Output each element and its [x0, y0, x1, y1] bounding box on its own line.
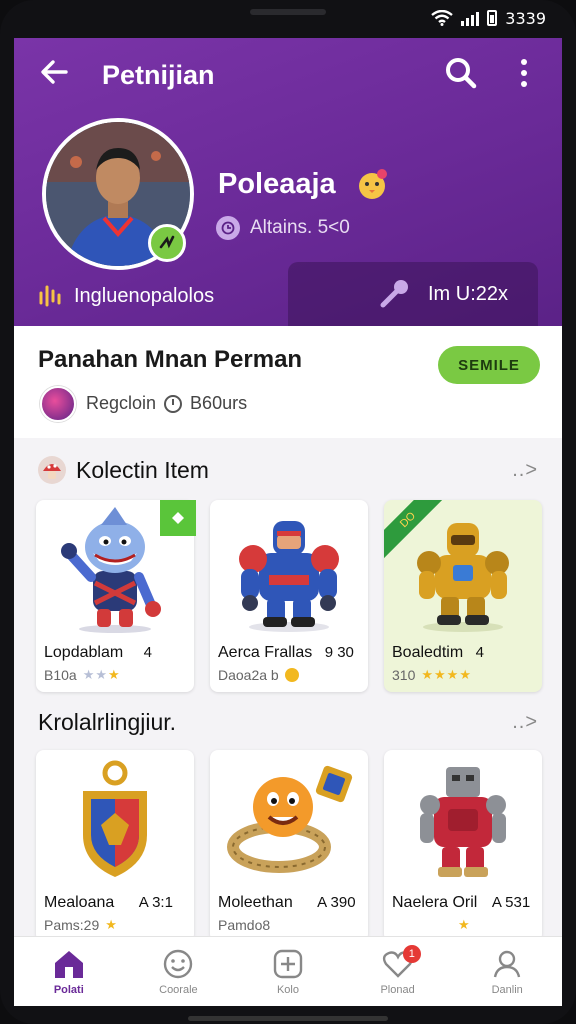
- profile-meta-text: Altains. 5<0: [250, 217, 350, 238]
- search-icon[interactable]: [444, 56, 478, 90]
- item-name: Boaledtim 4: [392, 644, 484, 661]
- game-card: Panahan Mnan Perman SEMILE: [14, 326, 562, 438]
- nav-home-label: Polati: [53, 983, 84, 996]
- rating-stars-icon: ★★★: [82, 667, 121, 682]
- item-name: Aerca Frallas 9 30: [218, 644, 354, 661]
- tab-stats[interactable]: Im U:22x: [288, 262, 538, 326]
- item-name: Naelera Oril A 531: [392, 894, 531, 911]
- item-sub: B10a ★★★: [44, 667, 121, 683]
- red-robot-figure: [420, 767, 506, 877]
- game-meta: Regcloin B60urs: [86, 393, 247, 414]
- item-tag: A 390: [317, 894, 356, 911]
- collection-header: Kolectin Item: [38, 450, 209, 490]
- page-title: Petnijian: [102, 60, 215, 90]
- signal-icon: [461, 10, 480, 26]
- status-bar: 3339: [431, 4, 546, 32]
- second-section-title: Krolalrlingjiur.: [38, 708, 177, 735]
- rope-creature-icon: [227, 765, 353, 873]
- battery-icon: [487, 10, 498, 26]
- rating-stars-icon: ★★★★: [421, 667, 472, 682]
- bottom-navigation: Polati Coorale Kolo 1 Plonad Danlin: [14, 936, 562, 1006]
- new-tag-icon: [160, 500, 196, 536]
- profile-meta: Altains. 5<0: [216, 216, 350, 240]
- robot-shark-figure: [61, 507, 161, 633]
- item-sub: Daoa2a b: [218, 667, 299, 683]
- phone-frame: 3339 Petnijian Poleaaja Altains. 5<0 Ing…: [0, 0, 576, 1024]
- app-screen: Petnijian Poleaaja Altains. 5<0 Inglueno…: [14, 38, 562, 1006]
- item-card-5[interactable]: Moleethan A 390 Pamdo8: [210, 750, 368, 942]
- item-tag: 4: [143, 644, 152, 661]
- collection-see-all-button[interactable]: ..>: [512, 450, 538, 490]
- wifi-icon: [431, 10, 454, 26]
- collection-title: Kolectin Item: [76, 456, 209, 483]
- item-sub: ★: [392, 917, 471, 933]
- nav-home[interactable]: Polati: [14, 937, 124, 1006]
- nav-games[interactable]: Kolo: [233, 937, 343, 1006]
- microphone-icon: [380, 280, 408, 308]
- item-card-2[interactable]: Aerca Frallas 9 30 Daoa2a b: [210, 500, 368, 692]
- tab-stats-label: Im U:22x: [428, 282, 509, 305]
- game-region: Regcloin: [86, 393, 157, 413]
- profile-icon: [493, 950, 521, 977]
- sound-bars-icon: [39, 285, 61, 307]
- item-art: [210, 500, 368, 640]
- verified-badge-icon: [148, 224, 186, 262]
- time-icon: [164, 394, 183, 413]
- back-arrow-icon[interactable]: [38, 56, 70, 88]
- gold-robot-figure: [417, 523, 509, 632]
- item-tag: A 3:1: [138, 894, 173, 911]
- item-sub: Pamdo8: [218, 917, 271, 933]
- game-logo-icon: [40, 386, 76, 422]
- second-see-all-button[interactable]: ..>: [512, 702, 538, 742]
- game-action-button[interactable]: SEMILE: [438, 346, 540, 384]
- item-art: [384, 750, 542, 890]
- star-icon: ★: [458, 917, 471, 932]
- tab-info-label: Ingluenopalolos: [74, 284, 215, 307]
- shield-icon: [83, 760, 147, 877]
- top-app-bar: Petnijian: [14, 38, 562, 110]
- game-time: B60urs: [190, 393, 248, 413]
- profile-name: Poleaaja: [218, 168, 336, 200]
- item-art: [210, 750, 368, 890]
- item-name: Mealoana A 3:1: [44, 894, 173, 911]
- item-card-3[interactable]: DO Boaledtim 4 310 ★★★★: [384, 500, 542, 692]
- nav-profile[interactable]: Danlin: [452, 937, 562, 1006]
- item-sub: Pams:29 ★: [44, 917, 118, 933]
- star-icon: ★: [105, 917, 118, 932]
- mushroom-icon: [38, 456, 66, 484]
- item-sub: 310 ★★★★: [392, 667, 472, 683]
- home-indicator: [188, 1016, 388, 1021]
- item-tag: 9 30: [324, 644, 354, 661]
- nav-community[interactable]: Coorale: [124, 937, 234, 1006]
- tab-info[interactable]: Ingluenopalolos: [14, 266, 288, 326]
- home-icon: [54, 950, 83, 978]
- game-icon: [273, 949, 303, 978]
- speaker-grill: [250, 9, 326, 15]
- item-card-6[interactable]: Naelera Oril A 531 ★: [384, 750, 542, 942]
- profile-header: Petnijian Poleaaja Altains. 5<0 Inglueno…: [14, 38, 562, 326]
- notification-badge: 1: [402, 945, 421, 963]
- second-section-header: Krolalrlingjiur.: [38, 702, 176, 742]
- coin-icon: [284, 668, 299, 682]
- item-name: Moleethan A 390: [218, 894, 356, 911]
- nav-games-label: Kolo: [276, 983, 299, 996]
- item-tag: 4: [475, 644, 484, 661]
- smile-icon: [164, 949, 193, 978]
- nav-profile-label: Danlin: [491, 983, 523, 996]
- nav-favorites-label: Plonad: [380, 983, 415, 996]
- nav-favorites[interactable]: 1 Plonad: [343, 937, 453, 1006]
- chick-emoji-icon: [359, 169, 387, 199]
- status-time: 3339: [505, 8, 546, 28]
- item-tag: A 531: [491, 894, 531, 911]
- nav-community-label: Coorale: [159, 983, 198, 996]
- armored-robot-figure: [239, 521, 339, 632]
- more-vertical-icon[interactable]: [514, 56, 534, 90]
- item-name: Lopdablam 4: [44, 644, 152, 661]
- item-art: [36, 750, 194, 890]
- clock-icon: [216, 216, 240, 240]
- game-title: Panahan Mnan Perman: [38, 346, 303, 373]
- item-card-4[interactable]: Mealoana A 3:1 Pams:29 ★: [36, 750, 194, 942]
